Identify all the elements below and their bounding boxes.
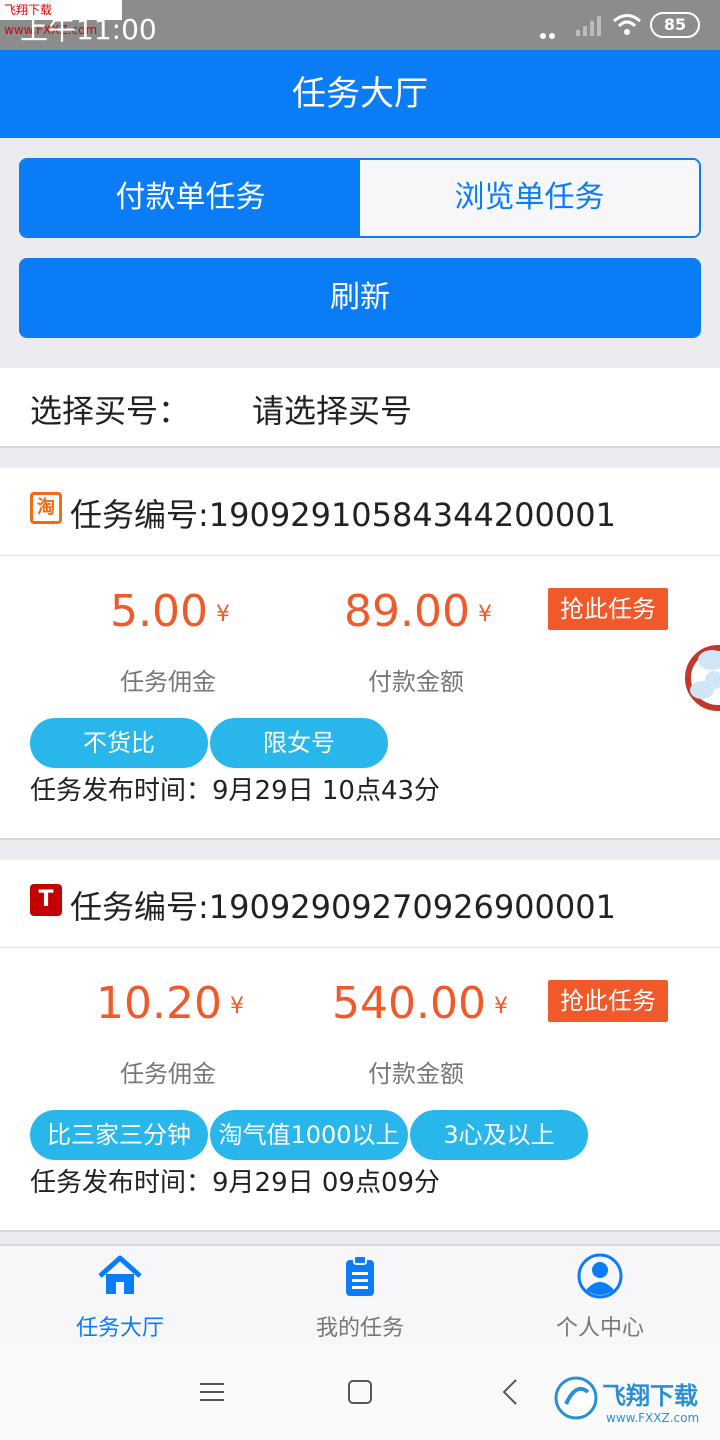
task-tag: 淘气值1000以上 xyxy=(210,1110,408,1160)
clipboard-icon xyxy=(346,1255,374,1296)
payment-amount: 89.00 ¥ xyxy=(344,586,492,637)
home-square-icon[interactable] xyxy=(342,1374,378,1410)
task-number: 任务编号:19092909270926900001 xyxy=(70,888,616,926)
task-card: 淘 任务编号:19092910584344200001 5.00 ¥ 任务佣金 8… xyxy=(0,468,720,840)
commission-label: 任务佣金 xyxy=(120,1060,216,1088)
task-card: T 任务编号:19092909270926900001 10.20 ¥ 任务佣金 … xyxy=(0,860,720,1232)
page-title: 任务大厅 xyxy=(0,50,720,138)
task-tag: 比三家三分钟 xyxy=(30,1110,208,1160)
status-bar: 飞翔下载 www.FXXZ.com 上午11:00 85 xyxy=(0,0,720,58)
task-tag: 限女号 xyxy=(210,718,388,768)
nav-my-tasks[interactable]: 我的任务 xyxy=(240,1246,480,1346)
svg-text:www.FXXZ.com: www.FXXZ.com xyxy=(606,1411,699,1425)
payment-label: 付款金额 xyxy=(368,1060,464,1088)
commission-amount: 10.20 ¥ xyxy=(96,978,244,1029)
buyer-select-value[interactable]: 请选择买号 xyxy=(252,386,412,432)
task-tag: 3心及以上 xyxy=(410,1110,588,1160)
task-card-header: 淘 任务编号:19092910584344200001 xyxy=(0,468,720,556)
post-time: 任务发布时间：9月29日 10点43分 xyxy=(30,776,441,806)
post-time: 任务发布时间：9月29日 09点09分 xyxy=(30,1168,441,1198)
system-nav-bar: 飞翔下载 www.FXXZ.com xyxy=(0,1344,720,1440)
nav-label: 任务大厅 xyxy=(75,1316,164,1341)
grab-task-button[interactable]: 抢此任务 xyxy=(548,980,668,1022)
back-icon[interactable] xyxy=(494,1374,530,1410)
payment-label: 付款金额 xyxy=(368,668,464,696)
clock: 上午11:00 xyxy=(20,13,157,46)
buyer-select-row[interactable]: 选择买号： 请选择买号 xyxy=(0,368,720,448)
home-icon xyxy=(98,1255,142,1294)
brand-logo: 飞翔下载 www.FXXZ.com xyxy=(554,1376,699,1425)
task-card-header: T 任务编号:19092909270926900001 xyxy=(0,860,720,948)
mascot-icon[interactable] xyxy=(672,624,720,732)
buyer-select-label: 选择买号： xyxy=(30,392,191,430)
svg-text:飞翔下载: 飞翔下载 xyxy=(602,1382,698,1410)
payment-amount: 540.00 ¥ xyxy=(332,978,508,1029)
user-icon xyxy=(577,1253,623,1299)
nav-task-hall[interactable]: 任务大厅 xyxy=(0,1246,240,1346)
task-tag: 不货比 xyxy=(30,718,208,768)
more-dots-icon xyxy=(540,24,566,58)
task-number: 任务编号:19092910584344200001 xyxy=(70,496,616,534)
commission-label: 任务佣金 xyxy=(120,668,216,696)
taobao-icon: 淘 xyxy=(30,492,62,524)
commission-amount: 5.00 ¥ xyxy=(110,586,230,637)
wifi-icon xyxy=(613,14,641,35)
battery-indicator: 85 xyxy=(650,12,700,38)
tab-browse-tasks[interactable]: 浏览单任务 xyxy=(360,160,699,236)
menu-icon[interactable] xyxy=(194,1374,230,1410)
refresh-button[interactable]: 刷新 xyxy=(19,258,701,338)
task-type-tabs: 付款单任务 浏览单任务 xyxy=(19,158,701,238)
bottom-nav: 任务大厅 我的任务 个人中心 xyxy=(0,1244,720,1344)
grab-task-button[interactable]: 抢此任务 xyxy=(548,588,668,630)
tmall-icon: T xyxy=(30,884,62,916)
nav-label: 个人中心 xyxy=(555,1316,644,1341)
tab-payment-tasks[interactable]: 付款单任务 xyxy=(21,160,360,236)
nav-label: 我的任务 xyxy=(315,1316,404,1341)
nav-personal-center[interactable]: 个人中心 xyxy=(480,1246,720,1346)
signal-icon xyxy=(576,16,601,36)
